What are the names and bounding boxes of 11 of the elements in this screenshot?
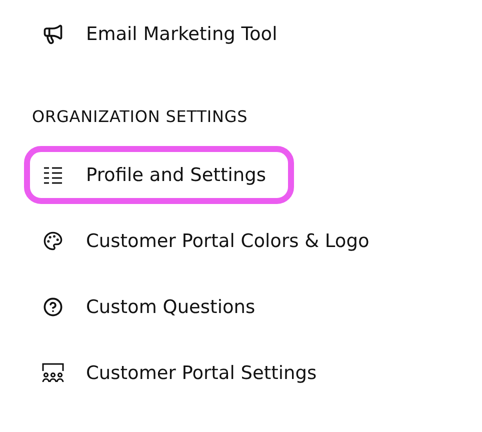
menu-item[interactable]: Customer Portal Settings	[24, 344, 345, 402]
audience-icon	[42, 363, 64, 383]
help-icon	[43, 297, 63, 317]
menu-item[interactable]: Email Marketing Tool	[24, 5, 306, 63]
palette-icon	[43, 231, 63, 251]
list-icon	[43, 166, 63, 184]
menu-item[interactable]: Customer Portal Colors & Logo	[24, 212, 398, 270]
megaphone-icon	[42, 23, 64, 45]
menu-item[interactable]: Profile and Settings	[24, 146, 294, 204]
section-heading: ORGANIZATION SETTINGS	[32, 106, 248, 128]
menu-item[interactable]: Custom Questions	[24, 278, 284, 336]
